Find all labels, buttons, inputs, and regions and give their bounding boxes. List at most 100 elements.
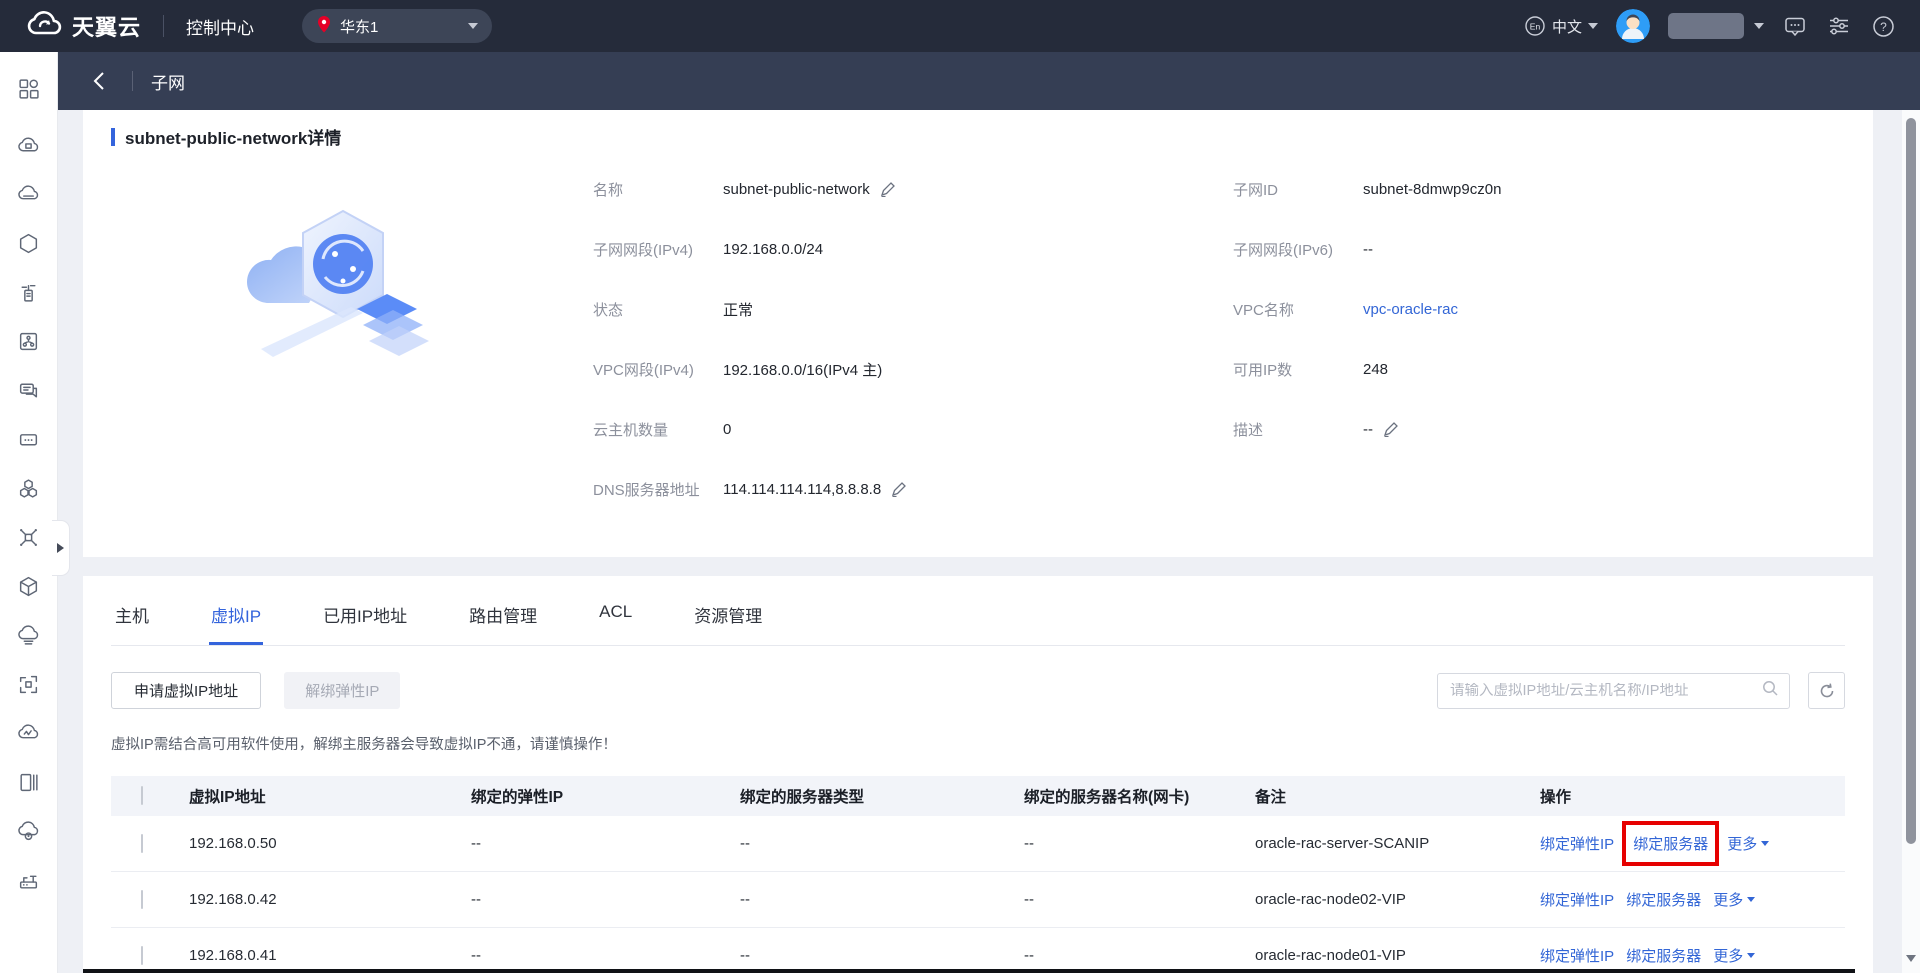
bind-eip-link[interactable]: 绑定弹性IP xyxy=(1540,945,1614,966)
bind-server-link[interactable]: 绑定服务器 xyxy=(1626,889,1701,910)
edit-dns-icon[interactable] xyxy=(891,482,906,497)
help-icon[interactable]: ? xyxy=(1870,13,1896,39)
sidebar-item-cloud[interactable] xyxy=(0,170,58,219)
username-redacted[interactable] xyxy=(1668,13,1744,39)
tab-virtual-ip[interactable]: 虚拟IP xyxy=(209,602,263,645)
language-selector[interactable]: En 中文 xyxy=(1524,15,1598,37)
scrollbar-thumb[interactable] xyxy=(1906,118,1916,844)
bind-eip-link[interactable]: 绑定弹性IP xyxy=(1540,833,1614,854)
bind-server-link[interactable]: 绑定服务器 xyxy=(1626,945,1701,966)
search-icon[interactable] xyxy=(1761,679,1779,702)
field-label: 云主机数量 xyxy=(593,419,723,440)
sidebar-item-network-hub[interactable] xyxy=(0,513,58,562)
subnet-cidr-ipv6-value: -- xyxy=(1363,241,1373,258)
more-link[interactable]: 更多 xyxy=(1713,889,1755,910)
cloud-gear-icon xyxy=(17,820,40,843)
virtual-ip-panel: 主机 虚拟IP 已用IP地址 路由管理 ACL 资源管理 申请虚拟IP地址 解绑… xyxy=(83,576,1873,973)
search-input[interactable] xyxy=(1450,683,1761,699)
apps-grid-icon xyxy=(17,77,40,100)
server-name-value: -- xyxy=(1024,835,1255,852)
sidebar-item-cloud-host[interactable] xyxy=(0,121,58,170)
bound-eip-value: -- xyxy=(471,891,740,908)
sidebar-item-server-rack[interactable] xyxy=(0,268,58,317)
tab-route-management[interactable]: 路由管理 xyxy=(467,602,539,645)
feedback-chat-icon[interactable] xyxy=(1782,13,1808,39)
annotation-highlight-box: 绑定服务器 xyxy=(1622,821,1719,866)
field-label: 可用IP数 xyxy=(1233,359,1363,380)
topbar: 天翼云 控制中心 华东1 En 中文 xyxy=(0,0,1920,52)
user-menu-caret-icon[interactable] xyxy=(1754,23,1764,34)
tab-acl[interactable]: ACL xyxy=(597,602,634,645)
sidebar-item-apps-grid[interactable] xyxy=(0,64,58,113)
row-checkbox[interactable] xyxy=(141,890,143,909)
server-type-value: -- xyxy=(740,891,1024,908)
language-en-badge-icon: En xyxy=(1524,15,1546,37)
sidebar-item-cloud-monitor[interactable] xyxy=(0,709,58,758)
row-checkbox[interactable] xyxy=(141,834,143,853)
back-button[interactable] xyxy=(84,66,114,96)
unbind-eip-button[interactable]: 解绑弹性IP xyxy=(284,672,400,709)
bound-eip-value: -- xyxy=(471,835,740,852)
table-row: 192.168.0.42 -- -- -- oracle-rac-node02-… xyxy=(111,872,1845,928)
bind-server-link[interactable]: 绑定服务器 xyxy=(1633,833,1708,854)
tab-resource-management[interactable]: 资源管理 xyxy=(692,602,764,645)
vpc-cidr-ipv4-value: 192.168.0.0/16(IPv4 主) xyxy=(723,359,882,380)
sidebar-item-cube[interactable] xyxy=(0,562,58,611)
field-label: 子网网段(IPv4) xyxy=(593,239,723,260)
dns-servers-value: 114.114.114.114,8.8.8.8 xyxy=(723,481,881,498)
subnet-illustration xyxy=(111,159,593,519)
description-value: -- xyxy=(1363,421,1373,438)
server-rack-icon xyxy=(17,281,40,304)
table-header-row: 虚拟IP地址 绑定的弹性IP 绑定的服务器类型 绑定的服务器名称(网卡) 备注 … xyxy=(111,776,1845,816)
tab-used-ip[interactable]: 已用IP地址 xyxy=(321,602,409,645)
host-count-value: 0 xyxy=(723,421,731,438)
subnet-name-value: subnet-public-network xyxy=(723,181,870,198)
console-center-link[interactable]: 控制中心 xyxy=(186,14,254,39)
page-title: 子网 xyxy=(151,69,185,94)
more-link[interactable]: 更多 xyxy=(1727,833,1769,854)
field-label: 描述 xyxy=(1233,419,1363,440)
sidebar-item-panel-columns[interactable] xyxy=(0,758,58,807)
settings-sliders-icon[interactable] xyxy=(1826,13,1852,39)
sidebar-item-hexagon[interactable] xyxy=(0,219,58,268)
select-all-checkbox[interactable] xyxy=(141,786,143,805)
more-caret-icon xyxy=(1761,841,1769,850)
edit-description-icon[interactable] xyxy=(1383,422,1398,437)
col-operations: 操作 xyxy=(1540,785,1845,807)
more-link[interactable]: 更多 xyxy=(1713,945,1755,966)
sidebar-item-org-chart[interactable] xyxy=(0,317,58,366)
hexagon-icon xyxy=(17,232,40,255)
apply-virtual-ip-button[interactable]: 申请虚拟IP地址 xyxy=(111,672,261,709)
bind-eip-link[interactable]: 绑定弹性IP xyxy=(1540,889,1614,910)
field-label: VPC名称 xyxy=(1233,299,1363,320)
topbar-divider xyxy=(163,15,164,37)
region-selector[interactable]: 华东1 xyxy=(302,9,492,43)
refresh-button[interactable] xyxy=(1808,672,1845,709)
region-caret-icon xyxy=(468,23,478,34)
server-type-value: -- xyxy=(740,835,1024,852)
sidebar-item-chat[interactable] xyxy=(0,366,58,415)
tab-hosts[interactable]: 主机 xyxy=(113,602,151,645)
sidebar-expand-toggle[interactable] xyxy=(52,520,70,576)
sidebar-item-cloud-layers[interactable] xyxy=(0,611,58,660)
row-checkbox[interactable] xyxy=(141,946,143,965)
detail-title-row: subnet-public-network详情 xyxy=(111,124,1845,149)
edit-name-icon[interactable] xyxy=(880,182,895,197)
language-caret-icon xyxy=(1588,23,1598,34)
col-server-name: 绑定的服务器名称(网卡) xyxy=(1024,785,1255,807)
avatar[interactable] xyxy=(1616,9,1650,43)
virtual-ip-value: 192.168.0.50 xyxy=(189,835,471,852)
remark-value: oracle-rac-node01-VIP xyxy=(1255,947,1540,964)
sidebar-item-hexagon-cluster[interactable] xyxy=(0,464,58,513)
router-icon xyxy=(17,869,40,892)
field-label: 名称 xyxy=(593,179,723,200)
vpc-name-link[interactable]: vpc-oracle-rac xyxy=(1363,301,1458,318)
language-label: 中文 xyxy=(1552,16,1582,37)
sidebar-item-router[interactable] xyxy=(0,856,58,905)
sidebar-item-grid-puzzle[interactable] xyxy=(0,660,58,709)
sidebar-item-cloud-gear[interactable] xyxy=(0,807,58,856)
sidebar-item-card-dots[interactable] xyxy=(0,415,58,464)
brand[interactable]: 天翼云 xyxy=(24,9,141,44)
scrollbar-down-arrow-icon[interactable] xyxy=(1906,955,1916,967)
cloud-icon xyxy=(17,183,40,206)
